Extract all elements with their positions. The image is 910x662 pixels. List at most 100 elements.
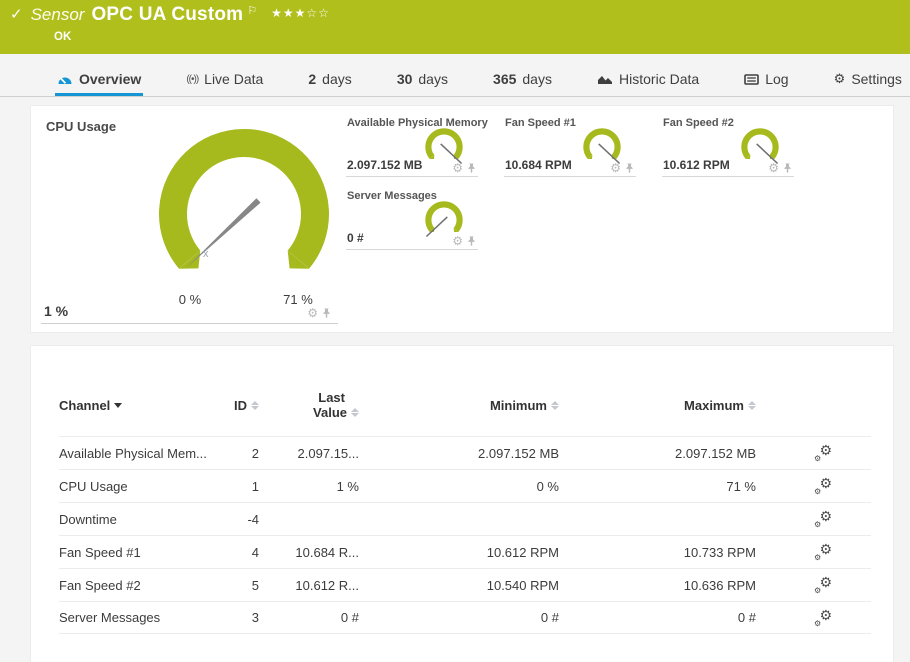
tab-365-days-number: 365 <box>493 71 517 87</box>
channel-settings-icon[interactable]: ⚙ ⚙ <box>814 607 832 628</box>
priority-stars[interactable]: ★★★☆☆ <box>271 6 330 20</box>
tab-30-days-label: days <box>418 71 448 87</box>
channel-settings-icon[interactable]: ⚙ ⚙ <box>814 475 832 496</box>
channel-name[interactable]: Downtime <box>59 512 219 527</box>
channel-maximum: 10.636 RPM <box>683 577 756 593</box>
pin-icon[interactable] <box>467 235 476 247</box>
table-row: Fan Speed #1 4 10.684 R... 10.612 RPM 10… <box>59 535 871 568</box>
table-row: Downtime -4 ⚙ ⚙ <box>59 502 871 535</box>
column-header-last-value[interactable]: Last Value <box>259 390 359 420</box>
server-messages-current-value: 0 # <box>347 231 364 245</box>
channel-settings-icon[interactable]: ⚙ ⚙ <box>814 541 832 562</box>
gauge-needle <box>185 198 261 269</box>
gauge-settings-gear-icon[interactable]: ⚙ <box>307 307 318 319</box>
channel-id: 4 <box>251 544 259 560</box>
tab-historic-data-label: Historic Data <box>619 71 700 87</box>
tab-log[interactable]: Log <box>742 62 790 96</box>
channel-last-value: 1 % <box>336 478 359 494</box>
table-header-row: Channel ID Last Value Minimum Maximum <box>59 374 871 436</box>
cpu-current-value: 1 % <box>44 303 69 319</box>
flag-icon: ⚐ <box>247 5 258 17</box>
channel-last-value: 2.097.15... <box>297 445 359 461</box>
tab-live-data-label: Live Data <box>204 71 264 87</box>
column-header-minimum[interactable]: Minimum <box>359 398 559 413</box>
tab-2-days-label: days <box>322 71 352 87</box>
tab-2-days[interactable]: 2 days <box>306 62 353 96</box>
memory-current-value: 2.097.152 MB <box>347 158 423 172</box>
pin-icon[interactable] <box>467 162 476 174</box>
channel-table: Channel ID Last Value Minimum Maximum Av… <box>59 374 871 634</box>
channel-id: -4 <box>247 511 259 527</box>
sort-desc-icon <box>114 402 123 408</box>
cpu-gauge-max-label: 71 % <box>283 292 313 307</box>
channel-name[interactable]: CPU Usage <box>59 479 219 494</box>
fan2-gauge-title: Fan Speed #2 <box>663 117 734 129</box>
sensor-header: ✓ Sensor OPC UA Custom ⚐ ★★★☆☆ OK <box>0 0 910 54</box>
area-chart-icon <box>598 76 613 84</box>
channel-maximum: 2.097.152 MB <box>675 445 756 461</box>
channel-settings-icon[interactable]: ⚙ ⚙ <box>814 442 832 463</box>
fan2-gauge-block: Fan Speed #2 10.612 RPM ⚙ <box>662 117 794 177</box>
tab-30-days[interactable]: 30 days <box>395 62 450 96</box>
status-badge: OK <box>54 31 72 43</box>
gauges-panel: CPU Usage x̄ 0 % 71 % 1 % ⚙ Available Ph… <box>30 105 894 333</box>
log-list-icon <box>744 73 760 85</box>
object-kind-label: Sensor <box>30 5 85 24</box>
channel-settings-icon[interactable]: ⚙ ⚙ <box>814 574 832 595</box>
channel-name[interactable]: Available Physical Mem... <box>59 446 219 461</box>
channel-minimum: 10.540 RPM <box>486 577 559 593</box>
channel-name[interactable]: Fan Speed #1 <box>59 545 219 560</box>
fan1-gauge-block: Fan Speed #1 10.684 RPM ⚙ <box>504 117 636 177</box>
channel-maximum: 0 # <box>737 610 756 625</box>
tab-historic-data[interactable]: Historic Data <box>595 62 701 96</box>
pin-icon[interactable] <box>783 162 792 174</box>
fan1-current-value: 10.684 RPM <box>505 158 572 172</box>
channel-maximum: 71 % <box>726 478 756 494</box>
channel-settings-icon[interactable]: ⚙ ⚙ <box>814 508 832 529</box>
channel-last-value: 10.612 R... <box>295 577 359 593</box>
cpu-gauge-dial <box>159 128 329 269</box>
pin-icon[interactable] <box>625 162 634 174</box>
tab-overview[interactable]: Overview <box>55 62 144 96</box>
column-header-channel[interactable]: Channel <box>59 398 219 413</box>
table-row: Server Messages 3 0 # 0 # 0 # ⚙ ⚙ <box>59 601 871 634</box>
table-row: Fan Speed #2 5 10.612 R... 10.540 RPM 10… <box>59 568 871 601</box>
cpu-gauge-min-label: 0 % <box>178 292 202 307</box>
column-header-id[interactable]: ID <box>219 398 259 413</box>
tab-365-days[interactable]: 365 days <box>491 62 554 96</box>
channel-minimum: 0 # <box>540 610 559 625</box>
channel-id: 2 <box>251 445 259 461</box>
sort-icon <box>251 400 259 410</box>
broadcast-icon: ((•)) <box>186 73 199 85</box>
sort-icon <box>351 408 359 417</box>
average-marker: x̄ <box>203 248 209 260</box>
channel-minimum: 2.097.152 MB <box>478 445 559 461</box>
sort-icon <box>748 400 756 410</box>
tab-365-days-label: days <box>522 71 552 87</box>
gauge-settings-gear-icon[interactable]: ⚙ <box>452 235 463 247</box>
cpu-usage-gauge-block: CPU Usage x̄ 0 % 71 % 1 % ⚙ <box>31 106 341 334</box>
tab-overview-label: Overview <box>79 71 142 87</box>
channel-name[interactable]: Server Messages <box>59 610 219 625</box>
tab-2-days-number: 2 <box>308 71 317 87</box>
pin-icon[interactable] <box>322 307 331 319</box>
gear-icon: ⚙ <box>833 71 846 86</box>
channel-name[interactable]: Fan Speed #2 <box>59 578 219 593</box>
channel-id: 1 <box>251 478 259 494</box>
memory-gauge-title: Available Physical Memory <box>347 117 488 129</box>
sort-icon <box>551 400 559 410</box>
channel-id: 5 <box>251 577 259 593</box>
tab-live-data[interactable]: ((•)) Live Data <box>184 62 265 96</box>
server-messages-gauge-block: Server Messages 0 # ⚙ <box>346 190 478 250</box>
channel-last-value: 10.684 R... <box>295 544 359 560</box>
column-header-maximum[interactable]: Maximum <box>559 398 756 413</box>
gauge-settings-gear-icon[interactable]: ⚙ <box>452 162 463 174</box>
status-ok-check-icon: ✓ <box>10 6 23 23</box>
tab-settings-label: Settings <box>851 71 902 87</box>
tab-log-label: Log <box>765 71 789 87</box>
cpu-gauge-title: CPU Usage <box>46 119 117 134</box>
gauge-settings-gear-icon[interactable]: ⚙ <box>610 162 621 174</box>
tab-settings[interactable]: ⚙ Settings <box>832 62 904 96</box>
gauge-settings-gear-icon[interactable]: ⚙ <box>768 162 779 174</box>
gauge-icon <box>58 77 72 84</box>
